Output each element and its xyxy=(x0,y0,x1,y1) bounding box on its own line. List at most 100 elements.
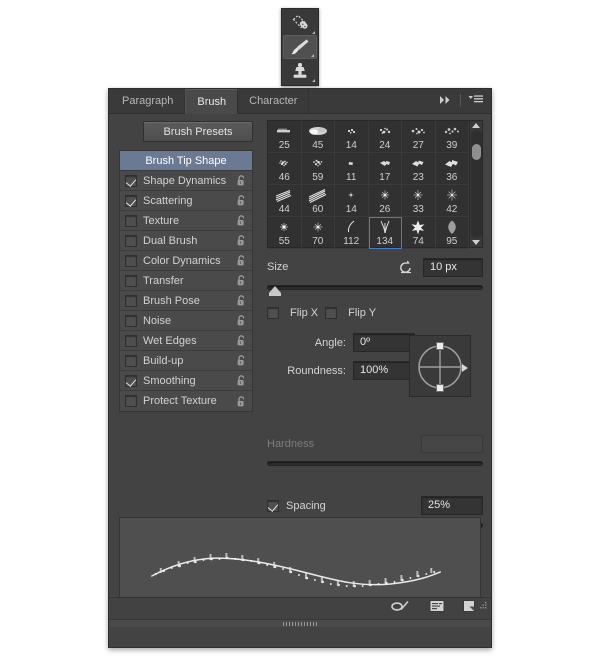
padlock-open-icon[interactable] xyxy=(235,214,248,227)
tab-character[interactable]: Character xyxy=(238,89,309,113)
clone-stamp-tool[interactable] xyxy=(283,59,317,83)
brush-tip-cell-selected[interactable]: 134 xyxy=(369,217,403,249)
brush-size-label: 45 xyxy=(312,141,323,151)
size-slider-knob[interactable] xyxy=(269,286,281,293)
brush-tip-cell[interactable]: 14 xyxy=(335,121,369,153)
brush-tip-cell[interactable]: 95 xyxy=(436,217,470,249)
option-row-shape-dynamics[interactable]: Shape Dynamics xyxy=(120,171,252,191)
brush-tip-cell[interactable]: 17 xyxy=(369,153,403,185)
brush-tip-cell[interactable]: 74 xyxy=(402,217,436,249)
brush-tip-cell[interactable]: 70 xyxy=(302,217,336,249)
checkbox-smoothing[interactable] xyxy=(125,375,137,387)
checkbox-noise[interactable] xyxy=(125,315,137,327)
tab-brush[interactable]: Brush xyxy=(185,89,238,114)
option-row-build-up[interactable]: Build-up xyxy=(120,351,252,371)
checkbox-transfer[interactable] xyxy=(125,275,137,287)
brush-tip-shape-item[interactable]: Brush Tip Shape xyxy=(120,151,252,171)
option-row-smoothing[interactable]: Smoothing xyxy=(120,371,252,391)
spacing-field[interactable]: 25% xyxy=(421,496,483,515)
brush-tip-cell[interactable]: 59 xyxy=(302,153,336,185)
brush-tip-cell[interactable]: 39 xyxy=(436,121,470,153)
brush-thumb-flat-chisel xyxy=(270,122,298,141)
brush-tip-cell[interactable]: 46 xyxy=(268,153,302,185)
scrollbar-thumb[interactable] xyxy=(472,144,481,160)
brush-tip-cell[interactable]: 24 xyxy=(369,121,403,153)
padlock-open-icon[interactable] xyxy=(235,374,248,387)
option-row-noise[interactable]: Noise xyxy=(120,311,252,331)
checkbox-build-up[interactable] xyxy=(125,355,137,367)
option-row-dual-brush[interactable]: Dual Brush xyxy=(120,231,252,251)
brush-grid-scrollbar[interactable] xyxy=(469,121,482,247)
checkbox-color-dynamics[interactable] xyxy=(125,255,137,267)
option-row-wet-edges[interactable]: Wet Edges xyxy=(120,331,252,351)
dial-angle-arrow-icon[interactable] xyxy=(462,364,468,372)
tab-paragraph[interactable]: Paragraph xyxy=(111,89,185,113)
option-row-brush-pose[interactable]: Brush Pose xyxy=(120,291,252,311)
checkbox-protect-texture[interactable] xyxy=(125,395,137,407)
checkbox-scattering[interactable] xyxy=(125,195,137,207)
brush-tip-cell[interactable]: 14 xyxy=(335,185,369,217)
brush-tip-cell[interactable]: 27 xyxy=(402,121,436,153)
brush-size-label: 134 xyxy=(376,237,393,247)
brush-thumb-chalk-chunk xyxy=(371,154,399,173)
option-row-protect-texture[interactable]: Protect Texture xyxy=(120,391,252,411)
brush-tip-cell[interactable]: 112 xyxy=(335,217,369,249)
padlock-open-icon[interactable] xyxy=(235,174,248,187)
option-row-scattering[interactable]: Scattering xyxy=(120,191,252,211)
roundness-field[interactable]: 100% xyxy=(353,361,415,380)
brush-tip-cell[interactable]: 45 xyxy=(302,121,336,153)
brush-tip-cell[interactable]: 36 xyxy=(436,153,470,185)
size-slider-track[interactable] xyxy=(267,285,483,290)
flip-y-control[interactable]: Flip Y xyxy=(325,307,376,319)
scroll-down-arrow-icon[interactable] xyxy=(472,240,480,245)
resize-grip-icon[interactable] xyxy=(477,598,488,609)
checkbox-flip-x[interactable] xyxy=(267,307,279,319)
angle-roundness-dial[interactable] xyxy=(409,335,471,397)
toggle-pen-pressure-size-button[interactable] xyxy=(390,599,412,618)
padlock-open-icon[interactable] xyxy=(235,254,248,267)
create-new-brush-button[interactable] xyxy=(462,599,477,618)
brush-tip-cell[interactable]: 55 xyxy=(268,217,302,249)
brush-tool[interactable] xyxy=(283,35,317,59)
checkbox-shape-dynamics[interactable] xyxy=(125,175,137,187)
brush-tip-cell[interactable]: 26 xyxy=(369,185,403,217)
checkbox-flip-y[interactable] xyxy=(325,307,337,319)
padlock-open-icon[interactable] xyxy=(235,334,248,347)
open-preset-manager-button[interactable] xyxy=(429,599,445,618)
checkbox-brush-pose[interactable] xyxy=(125,295,137,307)
brush-tip-cell[interactable]: 60 xyxy=(302,185,336,217)
brush-tip-cell[interactable]: 23 xyxy=(402,153,436,185)
size-field[interactable]: 10 px xyxy=(423,258,483,277)
padlock-open-icon[interactable] xyxy=(235,395,248,408)
spot-healing-brush-tool[interactable] xyxy=(283,11,317,35)
double-chevron-right-icon[interactable] xyxy=(439,95,453,105)
padlock-open-icon[interactable] xyxy=(235,194,248,207)
option-row-color-dynamics[interactable]: Color Dynamics xyxy=(120,251,252,271)
padlock-open-icon[interactable] xyxy=(235,234,248,247)
flip-x-control[interactable]: Flip X xyxy=(267,307,318,319)
brush-tip-cell[interactable]: 11 xyxy=(335,153,369,185)
padlock-open-icon[interactable] xyxy=(235,294,248,307)
padlock-open-icon[interactable] xyxy=(235,354,248,367)
checkbox-wet-edges[interactable] xyxy=(125,335,137,347)
checkbox-spacing[interactable] xyxy=(267,500,279,512)
padlock-open-icon[interactable] xyxy=(235,314,248,327)
checkbox-texture[interactable] xyxy=(125,215,137,227)
brush-tip-cell[interactable]: 44 xyxy=(268,185,302,217)
brush-tip-cell[interactable]: 33 xyxy=(402,185,436,217)
panel-drag-grip[interactable] xyxy=(109,619,491,627)
brush-presets-button[interactable]: Brush Presets xyxy=(143,121,253,142)
padlock-open-icon[interactable] xyxy=(235,274,248,287)
option-row-transfer[interactable]: Transfer xyxy=(120,271,252,291)
reset-size-icon[interactable] xyxy=(398,259,414,275)
scroll-up-arrow-icon[interactable] xyxy=(472,123,480,128)
size-slider[interactable] xyxy=(267,282,483,296)
brush-size-label: 14 xyxy=(346,141,357,151)
brush-tip-cell[interactable]: 42 xyxy=(436,185,470,217)
scrollbar-track[interactable] xyxy=(471,130,482,238)
angle-field[interactable]: 0º xyxy=(353,333,415,352)
panel-menu-icon[interactable] xyxy=(468,91,484,109)
brush-tip-cell[interactable]: 25 xyxy=(268,121,302,153)
option-row-texture[interactable]: Texture xyxy=(120,211,252,231)
checkbox-dual-brush[interactable] xyxy=(125,235,137,247)
